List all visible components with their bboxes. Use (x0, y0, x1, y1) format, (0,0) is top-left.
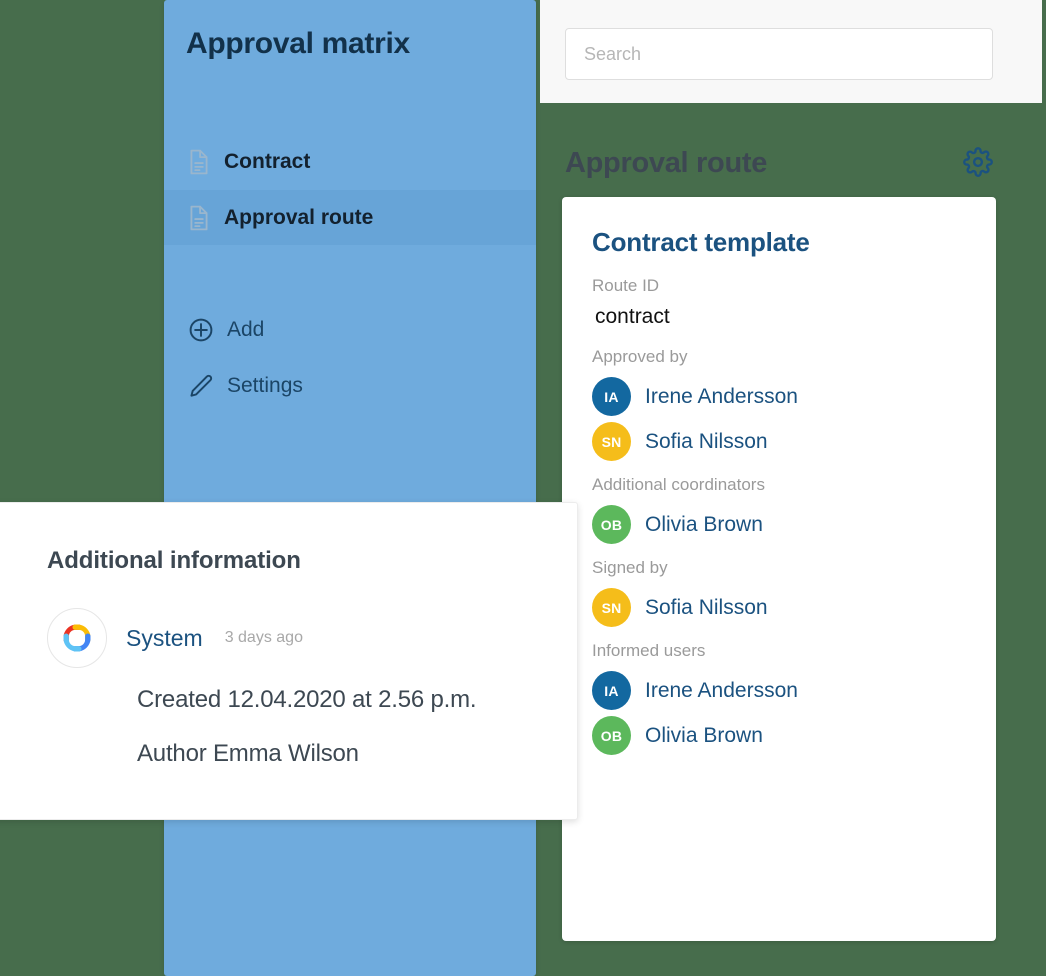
people-group-label: Additional coordinators (592, 475, 765, 494)
system-author-name[interactable]: System (126, 624, 203, 652)
pencil-icon (188, 373, 214, 399)
avatar: SN (592, 422, 631, 461)
people-group: Informed users IA Irene Andersson OB Olivia … (592, 640, 966, 757)
people-group-label: Informed users (592, 641, 706, 660)
person-row[interactable]: IA Irene Andersson (592, 375, 966, 418)
avatar: OB (592, 716, 631, 755)
search-input[interactable] (565, 28, 993, 80)
page-title: Approval route (565, 147, 768, 179)
content-column: Approval route Contract template Route I… (540, 0, 1046, 976)
person-row[interactable]: OB Olivia Brown (592, 503, 966, 546)
add-button[interactable]: Add (188, 317, 264, 343)
people-group-label: Signed by (592, 558, 668, 577)
route-id-label: Route ID (592, 276, 660, 295)
add-label: Add (227, 318, 265, 341)
additional-information-card: Additional information System 3 days ago… (0, 502, 578, 820)
document-icon (188, 205, 210, 231)
people-group: Approved by IA Irene Andersson SN Sofia Nils… (592, 346, 966, 463)
settings-button[interactable]: Settings (188, 373, 303, 399)
search-bar (540, 0, 1042, 103)
person-row[interactable]: SN Sofia Nilsson (592, 420, 966, 463)
approval-route-header: Approval route (565, 140, 1017, 186)
timestamp: 3 days ago (224, 629, 303, 646)
route-id-value: contract (595, 305, 670, 328)
person-name: Sofia Nilsson (645, 595, 768, 619)
avatar: OB (592, 505, 631, 544)
avatar: IA (592, 671, 631, 710)
person-name: Irene Andersson (645, 384, 798, 408)
sidebar: Approval matrix Contract Approval route (164, 0, 536, 976)
sidebar-item-approval-route[interactable]: Approval route (164, 190, 536, 245)
avatar: IA (592, 377, 631, 416)
system-pinwheel-logo-icon (47, 608, 107, 668)
person-name: Olivia Brown (645, 512, 763, 536)
sidebar-title: Approval matrix (186, 27, 410, 60)
approval-route-card: Contract template Route ID contract Appr… (562, 197, 996, 941)
people-group: Signed by SN Sofia Nilsson (592, 557, 966, 629)
person-row[interactable]: SN Sofia Nilsson (592, 586, 966, 629)
card-title: Contract template (592, 227, 810, 257)
sidebar-item-contract[interactable]: Contract (164, 134, 536, 189)
person-name: Irene Andersson (645, 678, 798, 702)
document-icon (188, 149, 210, 175)
person-row[interactable]: OB Olivia Brown (592, 714, 966, 757)
settings-label: Settings (227, 374, 303, 397)
people-groups: Approved by IA Irene Andersson SN Sofia Nils… (592, 346, 966, 757)
person-row[interactable]: IA Irene Andersson (592, 669, 966, 712)
info-author-line: Author Emma Wilson (137, 740, 359, 767)
gear-icon[interactable] (963, 147, 993, 177)
avatar: SN (592, 588, 631, 627)
sidebar-item-label: Contract (224, 149, 311, 173)
sidebar-item-label: Approval route (224, 205, 374, 229)
plus-circle-icon (188, 317, 214, 343)
people-group-label: Approved by (592, 347, 688, 366)
people-group: Additional coordinators OB Olivia Brown (592, 474, 966, 546)
info-card-title: Additional information (47, 547, 301, 574)
info-author-row: System 3 days ago (47, 608, 577, 668)
info-created-line: Created 12.04.2020 at 2.56 p.m. (137, 686, 477, 713)
person-name: Sofia Nilsson (645, 429, 768, 453)
person-name: Olivia Brown (645, 723, 763, 747)
